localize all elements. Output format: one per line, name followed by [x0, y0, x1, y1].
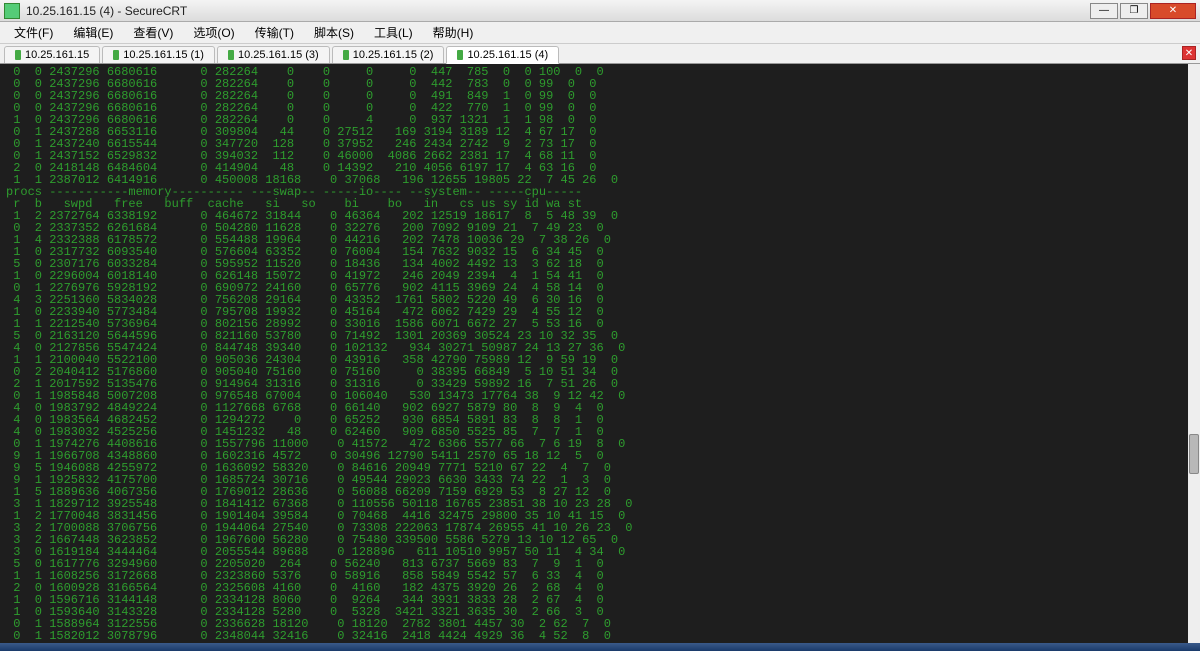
tab-status-icon	[343, 50, 349, 60]
menu-item[interactable]: 选项(O)	[183, 22, 244, 43]
tab-close-icon[interactable]: ✕	[1182, 46, 1196, 60]
scrollbar-thumb[interactable]	[1189, 434, 1199, 474]
menu-item[interactable]: 帮助(H)	[423, 22, 484, 43]
menu-item[interactable]: 工具(L)	[364, 22, 423, 43]
tab-status-icon	[457, 50, 463, 60]
menu-item[interactable]: 查看(V)	[123, 22, 183, 43]
session-tab[interactable]: 10.25.161.15	[4, 46, 100, 63]
menu-item[interactable]: 脚本(S)	[304, 22, 364, 43]
tab-status-icon	[228, 50, 234, 60]
app-icon	[4, 3, 20, 19]
vertical-scrollbar[interactable]	[1188, 64, 1200, 643]
close-button[interactable]: ✕	[1150, 3, 1196, 19]
menu-bar: 文件(F)编辑(E)查看(V)选项(O)传输(T)脚本(S)工具(L)帮助(H)	[0, 22, 1200, 44]
session-tab[interactable]: 10.25.161.15 (2)	[332, 46, 445, 63]
maximize-button[interactable]: ❐	[1120, 3, 1148, 19]
menu-item[interactable]: 文件(F)	[4, 22, 63, 43]
tab-label: 10.25.161.15 (1)	[123, 49, 204, 61]
window-title: 10.25.161.15 (4) - SecureCRT	[26, 4, 1090, 18]
tab-label: 10.25.161.15 (2)	[353, 49, 434, 61]
tab-status-icon	[15, 50, 21, 60]
tab-label: 10.25.161.15	[25, 49, 89, 61]
tab-label: 10.25.161.15 (3)	[238, 49, 319, 61]
session-tab[interactable]: 10.25.161.15 (3)	[217, 46, 330, 63]
minimize-button[interactable]: —	[1090, 3, 1118, 19]
session-tab[interactable]: 10.25.161.15 (4)	[446, 46, 559, 64]
terminal-output: 0 0 2437296 6680616 0 282264 0 0 0 0 447…	[0, 64, 1188, 643]
tab-status-icon	[113, 50, 119, 60]
menu-item[interactable]: 编辑(E)	[63, 22, 123, 43]
terminal-pane[interactable]: 0 0 2437296 6680616 0 282264 0 0 0 0 447…	[0, 64, 1188, 643]
taskbar	[0, 643, 1200, 651]
tab-bar: 10.25.161.15 10.25.161.15 (1) 10.25.161.15…	[0, 44, 1200, 64]
menu-item[interactable]: 传输(T)	[245, 22, 304, 43]
session-tab[interactable]: 10.25.161.15 (1)	[102, 46, 215, 63]
tab-label: 10.25.161.15 (4)	[467, 49, 548, 61]
